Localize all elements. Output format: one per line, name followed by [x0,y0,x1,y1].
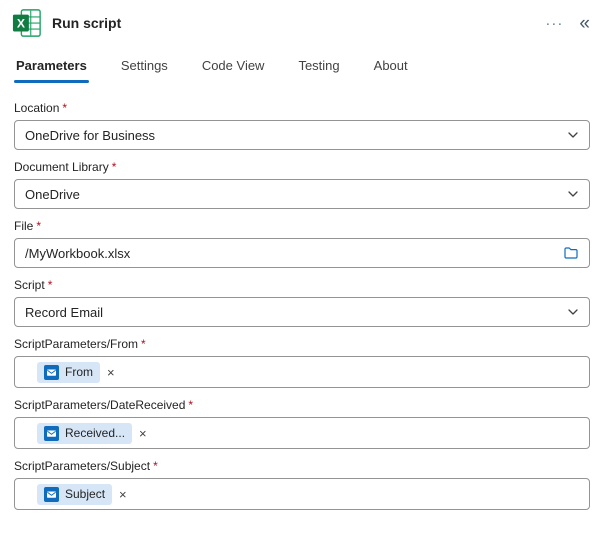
dynamic-content-token[interactable]: From [37,361,100,383]
required-asterisk: * [47,278,53,292]
outlook-icon [44,364,59,380]
parameters-form: Location * OneDrive for Business Document… [0,83,604,510]
remove-token-button[interactable]: × [107,366,115,379]
token-label: Subject [65,487,106,501]
remove-token-button[interactable]: × [119,488,127,501]
field-label-scriptparameters-datereceived: ScriptParameters/DateReceived * [14,398,590,412]
panel-header: X Run script ··· « [0,0,604,42]
label-text: ScriptParameters/From [14,337,139,351]
dynamic-content-token[interactable]: Subject [37,483,113,505]
field-document-library: Document Library * OneDrive [14,160,590,209]
svg-text:X: X [17,17,26,31]
field-label-file: File * [14,219,590,233]
scriptparameters-from-input[interactable]: From × [14,356,590,388]
scriptparameters-subject-input[interactable]: Subject × [14,478,590,510]
header-actions: ··· « [545,14,590,33]
field-label-scriptparameters-subject: ScriptParameters/Subject * [14,459,590,473]
label-text: File [14,219,34,233]
label-text: Script [14,278,45,292]
outlook-icon [44,486,59,502]
required-asterisk: * [141,337,146,351]
label-text: Location [14,101,60,115]
document-library-select[interactable]: OneDrive [14,179,590,209]
field-scriptparameters-from: ScriptParameters/From * From × [14,337,590,388]
file-picker-icon[interactable] [563,245,579,261]
required-asterisk: * [188,398,194,412]
tab-testing[interactable]: Testing [296,58,341,83]
tab-about[interactable]: About [372,58,410,83]
remove-token-button[interactable]: × [139,427,147,440]
token-label: From [65,365,93,379]
field-script: Script * Record Email [14,278,590,327]
label-text: ScriptParameters/Subject [14,459,151,473]
token-label: Received... [65,426,126,440]
field-label-script: Script * [14,278,590,292]
label-text: Document Library [14,160,109,174]
chevron-down-icon [568,132,578,138]
file-value: /MyWorkbook.xlsx [25,245,131,261]
run-script-action-panel: X Run script ··· « Parameters Settings C… [0,0,604,539]
field-scriptparameters-subject: ScriptParameters/Subject * Subject × [14,459,590,510]
required-asterisk: * [111,160,117,174]
tab-settings[interactable]: Settings [119,58,170,83]
required-asterisk: * [36,219,42,233]
chevron-down-icon [568,309,578,315]
script-value: Record Email [25,304,104,320]
field-file: File * /MyWorkbook.xlsx [14,219,590,268]
field-label-scriptparameters-from: ScriptParameters/From * [14,337,590,351]
field-label-location: Location * [14,101,590,115]
location-select[interactable]: OneDrive for Business [14,120,590,150]
field-label-document-library: Document Library * [14,160,590,174]
scriptparameters-datereceived-input[interactable]: Received... × [14,417,590,449]
dynamic-content-token[interactable]: Received... [37,422,133,444]
more-options-button[interactable]: ··· [545,16,563,31]
script-select[interactable]: Record Email [14,297,590,327]
tab-code-view[interactable]: Code View [200,58,267,83]
file-input[interactable]: /MyWorkbook.xlsx [14,238,590,268]
document-library-value: OneDrive [25,186,80,202]
collapse-panel-button[interactable]: « [579,14,590,33]
page-title: Run script [52,15,122,31]
chevron-down-icon [568,191,578,197]
required-asterisk: * [62,101,68,115]
tab-parameters[interactable]: Parameters [14,58,89,83]
excel-icon: X [12,9,41,37]
required-asterisk: * [153,459,158,473]
field-scriptparameters-datereceived: ScriptParameters/DateReceived * Received.… [14,398,590,449]
location-value: OneDrive for Business [25,127,156,143]
label-text: ScriptParameters/DateReceived [14,398,186,412]
outlook-icon [44,425,59,441]
tab-bar: Parameters Settings Code View Testing Ab… [0,42,604,83]
field-location: Location * OneDrive for Business [14,101,590,150]
